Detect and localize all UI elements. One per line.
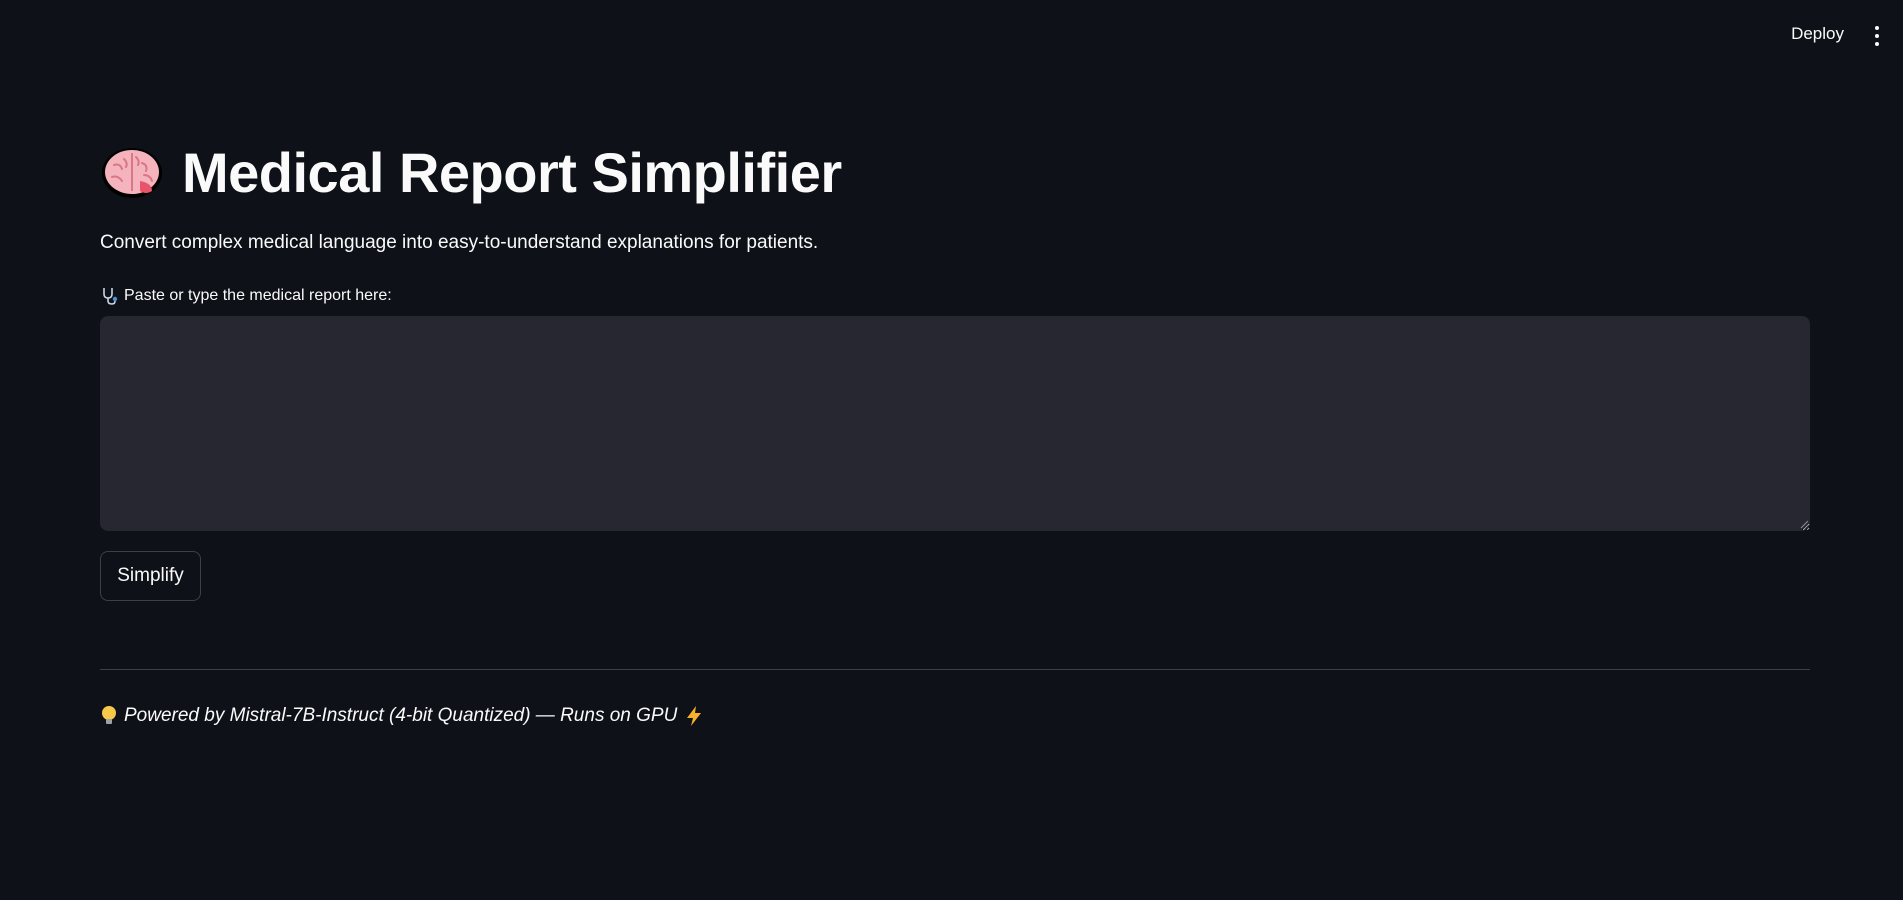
lightbulb-icon <box>102 706 116 724</box>
medical-report-input[interactable] <box>100 316 1810 531</box>
page-subtitle: Convert complex medical language into ea… <box>100 232 819 253</box>
stethoscope-icon <box>103 288 118 305</box>
lightning-icon <box>687 706 702 726</box>
simplify-button[interactable]: Simplify <box>100 551 201 601</box>
page-title-text: Medical Report Simplifier <box>182 141 842 204</box>
divider <box>100 669 1810 670</box>
resize-grip-icon[interactable] <box>1800 520 1809 529</box>
footer-text: Powered by Mistral-7B-Instruct (4-bit Qu… <box>124 705 678 726</box>
brain-icon <box>102 147 162 198</box>
footer-note: Powered by Mistral-7B-Instruct (4-bit Qu… <box>100 705 705 727</box>
app-header: Deploy <box>0 0 1903 72</box>
deploy-button[interactable]: Deploy <box>1791 24 1844 44</box>
report-input-label: Paste or type the medical report here: <box>100 286 392 306</box>
page-title: Medical Report Simplifier <box>100 140 842 205</box>
kebab-menu-icon[interactable] <box>1867 23 1887 49</box>
report-input-label-text: Paste or type the medical report here: <box>124 287 392 304</box>
